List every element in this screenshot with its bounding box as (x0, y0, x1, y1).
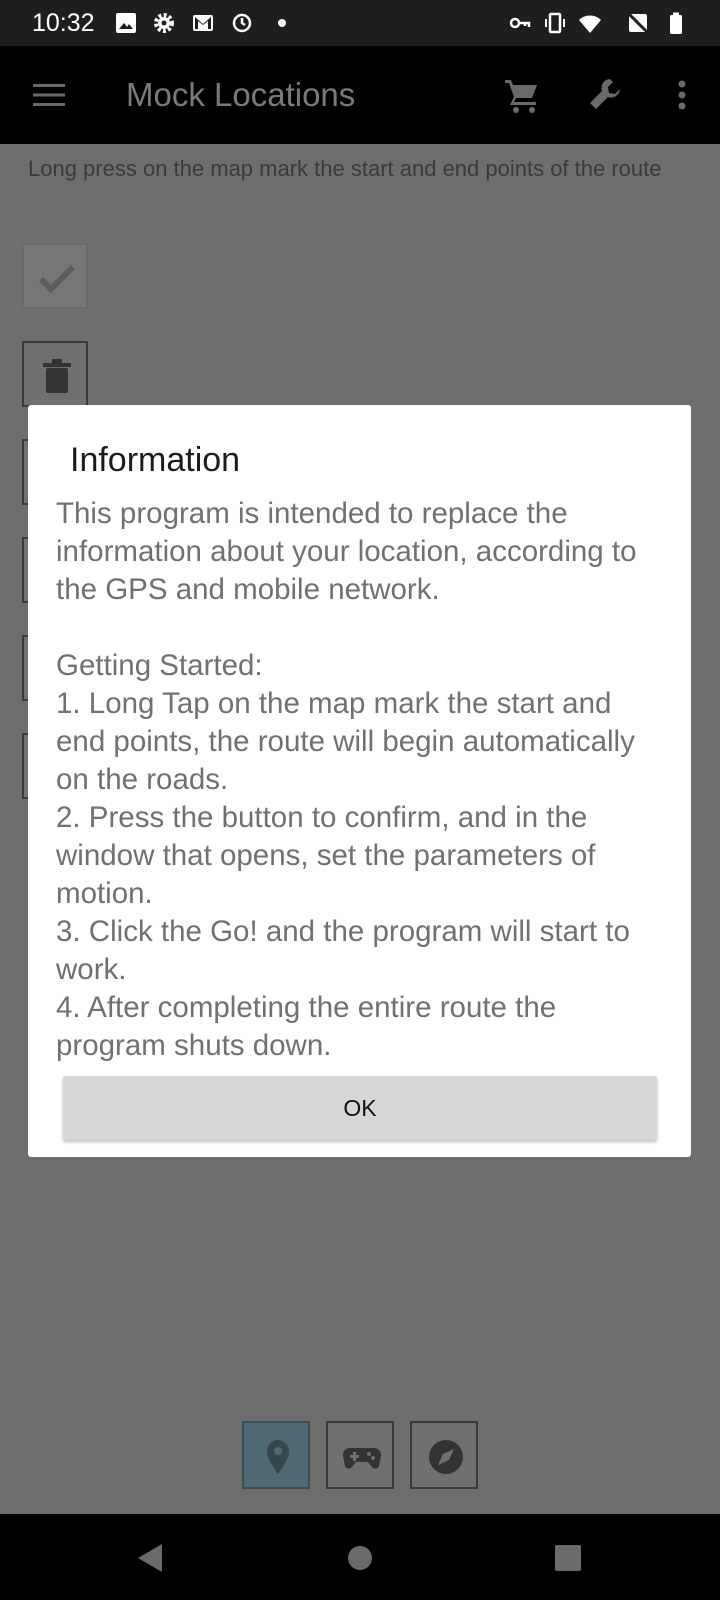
menu-icon[interactable] (29, 75, 69, 115)
vpn-key-icon (509, 17, 531, 29)
gamepad-icon (342, 1447, 382, 1469)
navigation-bar (0, 1514, 720, 1600)
ok-button[interactable]: OK (63, 1076, 657, 1140)
recents-icon[interactable] (552, 1542, 584, 1574)
sync-icon (232, 13, 252, 33)
route-hint-text: Long press on the map mark the start and… (28, 156, 662, 181)
mode-compass-button[interactable] (410, 1421, 478, 1489)
wifi-icon (579, 15, 601, 33)
overflow-menu-icon[interactable] (662, 75, 702, 115)
compass-icon (429, 1440, 463, 1474)
dialog-title: Information (70, 441, 241, 479)
gear-icon (154, 13, 174, 33)
information-dialog: Information This program is intended to … (28, 405, 691, 1157)
mode-joystick-button[interactable] (326, 1421, 394, 1489)
no-signal-icon (627, 12, 649, 34)
delete-button[interactable] (22, 341, 88, 407)
vibrate-icon (545, 12, 565, 34)
dot-icon (278, 19, 286, 27)
confirm-button[interactable] (22, 243, 88, 309)
status-time: 10:32 (32, 9, 95, 37)
image-icon (116, 13, 136, 33)
back-icon[interactable] (134, 1542, 166, 1574)
cart-icon[interactable] (502, 75, 542, 115)
trash-icon (43, 359, 71, 393)
mode-route-button[interactable] (242, 1421, 310, 1489)
battery-icon (670, 12, 682, 34)
app-title: Mock Locations (126, 76, 356, 113)
status-bar: 10:32 (0, 0, 720, 46)
dialog-message: This program is intended to replace the … (56, 497, 637, 1062)
check-icon (38, 264, 76, 294)
home-icon[interactable] (344, 1542, 376, 1574)
gmail-icon (193, 15, 213, 31)
location-pin-icon (267, 1440, 289, 1474)
wrench-icon[interactable] (586, 75, 626, 115)
app-bar: Mock Locations (0, 46, 720, 144)
